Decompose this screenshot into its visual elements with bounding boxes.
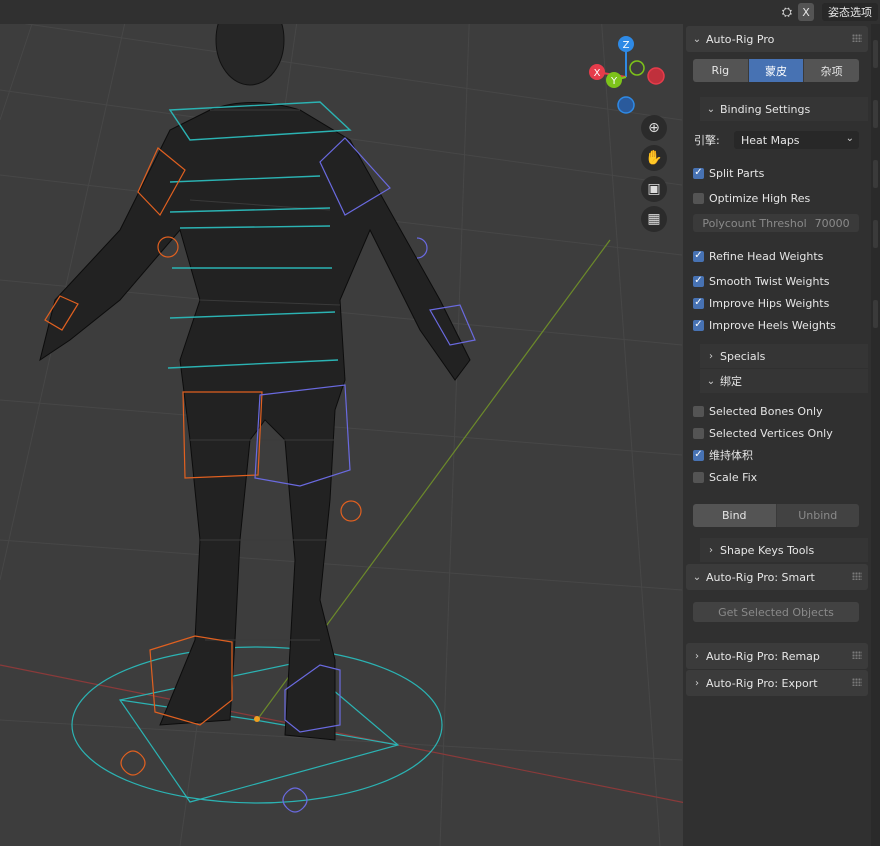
polycount-threshold-field[interactable]: Polycount Threshol 70000 [693,214,859,232]
chevron-right-icon: › [695,677,699,689]
refine-head-weights-checkbox[interactable]: ✓ Refine Head Weights [693,246,823,266]
z-axis-label: Z [623,40,630,51]
specials-header[interactable]: › Specials [700,344,868,368]
checkbox-empty-icon [693,427,704,439]
improve-heels-label: Improve Heels Weights [709,318,836,332]
checkbox-empty-icon [693,192,704,204]
chevron-down-icon: ⌄ [706,103,716,115]
sidebar-tab-arp[interactable] [873,220,878,248]
hand-pan-icon[interactable]: ✋ [641,145,667,171]
unbind-button[interactable]: Unbind [776,504,859,527]
selected-bones-only-label: Selected Bones Only [709,404,823,418]
checkbox-checked-icon: ✓ [693,319,704,331]
chevron-right-icon: › [709,350,713,362]
polycount-label: Polycount Threshol [702,216,807,230]
autorig-pro-smart-header[interactable]: ⌄ Auto-Rig Pro: Smart [686,564,868,590]
engine-select[interactable]: Heat Maps ⌄ [734,131,859,149]
checkbox-checked-icon: ✓ [693,275,704,287]
shape-keys-label: Shape Keys Tools [720,543,815,557]
optimize-high-res-checkbox[interactable]: Optimize High Res [693,188,810,208]
sidebar-tab-view[interactable] [873,100,878,128]
checkbox-empty-icon [693,405,704,417]
autorig-pro-panel-header[interactable]: ⌄ Auto-Rig Pro [686,26,868,52]
improve-hips-label: Improve Hips Weights [709,296,830,310]
chevron-down-icon: ⌄ [692,33,702,45]
checkbox-checked-icon: ✓ [693,250,704,262]
split-parts-checkbox[interactable]: ✓ Split Parts [693,163,764,183]
autorig-pro-export-header[interactable]: › Auto-Rig Pro: Export [686,670,868,696]
smooth-twist-label: Smooth Twist Weights [709,274,830,288]
origin-point [254,716,260,722]
orientation-gizmo[interactable]: Z X Y [583,30,673,120]
selected-vertices-only-checkbox[interactable]: Selected Vertices Only [693,423,833,443]
tab-skin[interactable]: 蒙皮 [748,59,805,82]
zoom-icon[interactable]: ⊕ [641,115,667,141]
refine-head-label: Refine Head Weights [709,249,824,263]
binding-settings-label: Binding Settings [720,102,811,116]
camera-icon[interactable]: ▣ [641,176,667,202]
chevron-down-icon: ⌄ [845,133,854,144]
selected-bones-only-checkbox[interactable]: Selected Bones Only [693,401,823,421]
selected-vertices-only-label: Selected Vertices Only [709,426,833,440]
bind-section-header[interactable]: ⌄ 绑定 [700,369,868,393]
sidebar-tab-tool[interactable] [873,160,878,188]
improve-heels-weights-checkbox[interactable]: ✓ Improve Heels Weights [693,315,836,335]
checkbox-checked-icon: ✓ [693,297,704,309]
shape-keys-tools-header[interactable]: › Shape Keys Tools [700,538,868,562]
bind-button[interactable]: Bind [693,504,777,527]
drag-grip-icon[interactable] [852,34,862,42]
remap-title: Auto-Rig Pro: Remap [706,649,820,663]
chevron-down-icon: ⌄ [692,571,702,583]
sidebar-tab-item[interactable] [873,40,878,68]
drag-grip-icon[interactable] [852,678,862,686]
sidebar-tab-strip [871,24,880,846]
tab-rig[interactable]: Rig [693,59,749,82]
engine-label: 引擎: [694,134,720,147]
floor-grid [0,0,683,846]
specials-label: Specials [720,349,766,363]
scale-fix-label: Scale Fix [709,470,758,484]
preserve-volume-checkbox[interactable]: ✓ 维持体积 [693,445,753,465]
smart-title: Auto-Rig Pro: Smart [706,570,815,584]
overlay-icon[interactable]: ⛭ [777,3,797,21]
scale-fix-checkbox[interactable]: Scale Fix [693,467,757,487]
bind-section-label: 绑定 [720,375,742,388]
x-axis-label: X [594,68,601,79]
smooth-twist-weights-checkbox[interactable]: ✓ Smooth Twist Weights [693,271,829,291]
viewport-header: ⛭ X 姿态选项 [0,0,880,24]
autorig-pro-remap-header[interactable]: › Auto-Rig Pro: Remap [686,643,868,669]
tab-misc[interactable]: 杂项 [804,59,860,82]
checkbox-checked-icon: ✓ [693,167,704,179]
chevron-right-icon: › [709,544,713,556]
improve-hips-weights-checkbox[interactable]: ✓ Improve Hips Weights [693,293,829,313]
optimize-high-res-label: Optimize High Res [709,191,811,205]
drag-grip-icon[interactable] [852,572,862,580]
panel-title: Auto-Rig Pro [706,32,775,46]
character-mesh [39,0,471,741]
preserve-volume-label: 维持体积 [709,449,753,462]
chevron-down-icon: ⌄ [706,375,716,387]
pose-options-button[interactable]: 姿态选项 [822,3,878,21]
export-title: Auto-Rig Pro: Export [706,676,818,690]
sidebar-tab-misc[interactable] [873,300,878,328]
checkbox-checked-icon: ✓ [693,449,704,461]
get-selected-objects-button[interactable]: Get Selected Objects [693,602,859,622]
close-button[interactable]: X [798,3,814,21]
y-axis-label: Y [610,76,618,87]
chevron-right-icon: › [695,650,699,662]
grid-view-icon[interactable]: ▦ [641,206,667,232]
bind-button-group: Bind Unbind [693,504,859,527]
root-controller [71,646,443,804]
binding-settings-header[interactable]: ⌄ Binding Settings [700,97,868,121]
polycount-value: 70000 [814,216,850,230]
mode-tabs: Rig 蒙皮 杂项 [693,59,860,82]
engine-value: Heat Maps [741,133,800,147]
split-parts-label: Split Parts [709,166,765,180]
checkbox-empty-icon [693,471,704,483]
drag-grip-icon[interactable] [852,651,862,659]
